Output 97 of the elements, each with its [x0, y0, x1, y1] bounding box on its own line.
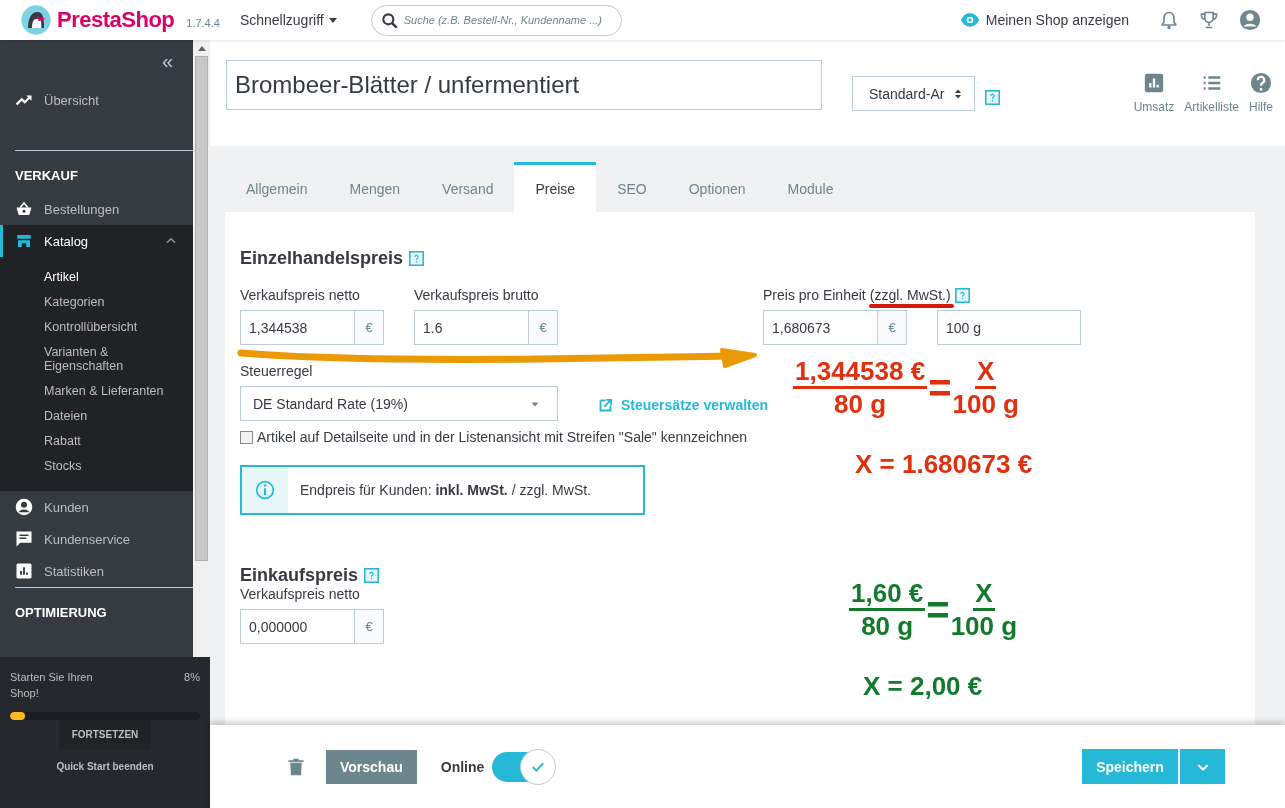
online-toggle[interactable] — [492, 751, 555, 782]
tab[interactable]: Preise — [514, 162, 597, 212]
unit-price-field[interactable]: 1,680673 € — [763, 310, 907, 345]
equation-text: 1,60 € — [849, 578, 926, 611]
collapse-button[interactable]: « — [161, 50, 173, 72]
version-label: 1.7.4.4 — [186, 16, 220, 29]
trash-icon[interactable] — [286, 756, 306, 777]
section-heading: Einkaufspreis — [240, 565, 359, 586]
equation-text: X — [975, 356, 997, 389]
submenu-item[interactable]: Varianten & Eigenschaften — [44, 340, 193, 379]
price-field[interactable]: 0,000000 € — [240, 609, 384, 644]
tab[interactable]: Allgemein — [225, 162, 329, 212]
field-label-note: (zzgl. MwSt.) — [869, 287, 951, 303]
chart-icon — [15, 562, 33, 580]
preview-button[interactable]: Vorschau — [326, 749, 417, 784]
person-icon — [15, 498, 33, 516]
help-icon — [1250, 72, 1272, 94]
equals-sign: = — [928, 367, 952, 408]
currency-addon: € — [878, 311, 906, 344]
tab[interactable]: Optionen — [667, 162, 767, 212]
section-heading: Einzelhandelspreis — [240, 248, 404, 269]
sidebar-item[interactable]: Bestellungen — [0, 193, 193, 225]
submenu-item[interactable]: Kategorien — [44, 290, 193, 315]
trophy-icon[interactable] — [1199, 10, 1219, 30]
currency-addon: € — [355, 311, 383, 344]
sidebar-item[interactable]: Statistiken — [0, 555, 193, 587]
chat-icon — [15, 530, 33, 548]
equation-text: 80 g — [834, 389, 887, 419]
help-icon[interactable] — [985, 90, 1000, 105]
field-label: Verkaufspreis netto — [240, 287, 361, 303]
quick-access-dropdown[interactable]: Schnellzugriff — [239, 12, 337, 28]
product-type-select[interactable]: Standard-Ar — [852, 76, 975, 111]
user-icon[interactable] — [1239, 9, 1261, 31]
external-link-icon — [598, 397, 613, 413]
sidebar-item[interactable]: Kundenservice — [0, 523, 193, 555]
equation-result: X = 1.680673 € — [855, 449, 1033, 480]
submenu-item[interactable]: Rabatt — [44, 429, 193, 454]
tab[interactable]: SEO — [596, 162, 668, 212]
tab[interactable]: Module — [766, 162, 855, 212]
checkbox-label: Artikel auf Detailseite und in der Listenansicht mit Streifen "Sale" kennzeichnen — [257, 429, 748, 445]
sidebar-item[interactable]: Übersicht — [0, 84, 193, 116]
info-text: Endpreis für Kunden: inkl. MwSt. / zzgl. MwSt. — [299, 482, 591, 498]
submenu-item[interactable]: Kontrollübersicht — [44, 315, 193, 340]
equals-sign: = — [926, 589, 950, 630]
tab[interactable]: Mengen — [328, 162, 422, 212]
section-title: VERKAUF — [14, 167, 79, 185]
help-icon[interactable] — [364, 568, 380, 583]
bell-icon[interactable] — [1159, 10, 1179, 30]
field-label: Preis pro Einheit — [763, 287, 866, 303]
tab[interactable]: Versand — [421, 162, 515, 212]
sidebar-item[interactable]: Kunden — [0, 491, 193, 523]
submenu-item[interactable]: Stocks — [44, 454, 193, 479]
updown-icon — [952, 87, 964, 100]
logo-icon — [20, 4, 52, 36]
toolbar-button[interactable]: Hilfe — [1249, 60, 1273, 114]
price-field[interactable]: 1.6 € — [414, 310, 558, 345]
equation-result: X = 2,00 € — [863, 671, 984, 702]
field-label: Verkaufspreis brutto — [414, 287, 540, 303]
sidebar-item[interactable]: Katalog — [0, 225, 193, 257]
help-icon[interactable] — [409, 251, 425, 266]
toolbar-button[interactable]: Artikelliste — [1184, 60, 1239, 114]
progress-percent: 8% — [184, 670, 200, 685]
submenu-item[interactable]: Marken & Lieferanten — [44, 379, 193, 404]
equation-text: 1,344538 € — [793, 356, 928, 389]
equation-text: 80 g — [861, 611, 914, 641]
eye-icon — [959, 10, 980, 30]
quick-start-end-link[interactable]: Quick Start beenden — [10, 761, 200, 772]
chart-icon — [1142, 72, 1165, 94]
unit-field[interactable]: 100 g — [937, 310, 1081, 345]
field-label: Steuerregel — [240, 363, 314, 379]
search-field[interactable]: Suche (z.B. Bestell-Nr., Kundenname ...) — [370, 4, 622, 36]
currency-addon: € — [529, 311, 557, 344]
online-label: Online — [440, 758, 485, 775]
equation-text: 100 g — [950, 611, 1018, 641]
view-shop-link[interactable]: Meinen Shop anzeigen — [959, 10, 1129, 30]
submenu-item[interactable]: Dateien — [44, 404, 193, 429]
section-title: OPTIMIERUNG — [14, 604, 108, 622]
basket-icon — [15, 200, 33, 218]
help-icon[interactable] — [954, 287, 970, 303]
scrollbar[interactable] — [193, 40, 210, 657]
search-icon — [379, 10, 400, 31]
info-icon — [255, 480, 275, 500]
field-label: Verkaufspreis netto — [240, 586, 361, 602]
tax-rule-select[interactable]: DE Standard Rate (19%) — [240, 386, 558, 421]
checkbox[interactable] — [240, 430, 253, 444]
toolbar-button[interactable]: Umsatz — [1133, 60, 1175, 114]
logo: PrestaShop — [57, 7, 175, 33]
currency-addon: € — [355, 610, 383, 643]
price-field[interactable]: 1,344538 € — [240, 310, 384, 345]
submenu-item[interactable]: Artikel — [44, 265, 193, 290]
equation-text: X — [973, 578, 995, 611]
equation-text: 100 g — [952, 389, 1019, 419]
product-name-field[interactable]: Brombeer-Blätter / unfermentiert — [226, 60, 822, 110]
save-options-button[interactable] — [1180, 749, 1225, 784]
store-icon — [15, 232, 33, 250]
continue-button[interactable]: FORTSETZEN — [59, 720, 151, 749]
quick-start-title: Starten Sie Ihren Shop! — [10, 670, 94, 701]
